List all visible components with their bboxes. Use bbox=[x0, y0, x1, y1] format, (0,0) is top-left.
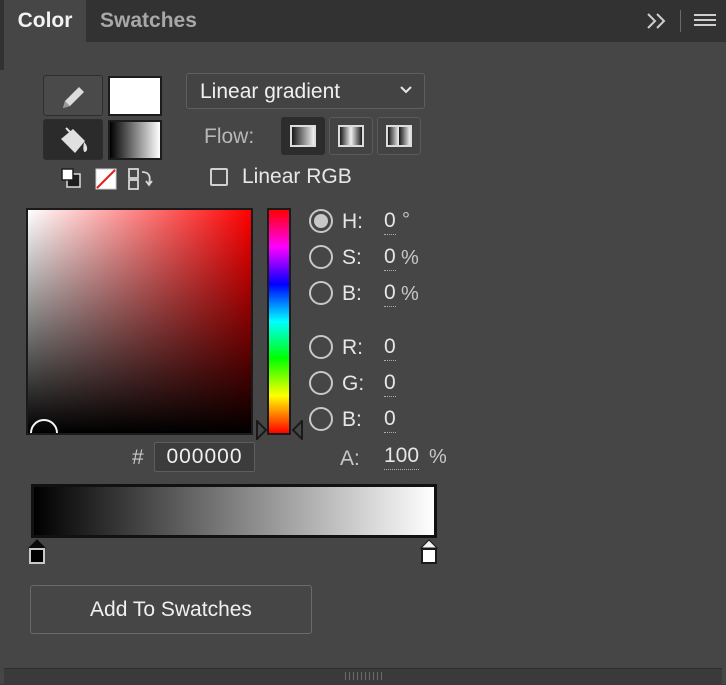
hue-slider[interactable] bbox=[267, 208, 291, 435]
tab-bar-divider bbox=[680, 10, 681, 32]
radio-blue[interactable] bbox=[309, 407, 333, 431]
panel-edge bbox=[0, 42, 4, 70]
hue-slider-handle-right[interactable] bbox=[291, 420, 303, 440]
flow-reflect-icon bbox=[338, 125, 364, 147]
brightness-unit: % bbox=[401, 283, 419, 305]
radio-saturation[interactable] bbox=[309, 245, 333, 269]
stroke-color-tool[interactable] bbox=[43, 75, 103, 116]
fill-color-swatch[interactable] bbox=[108, 120, 162, 160]
brightness-label: B: bbox=[342, 282, 362, 305]
gradient-stop-white[interactable] bbox=[420, 539, 438, 565]
alpha-value[interactable]: 100 bbox=[384, 444, 420, 470]
saturation-unit: % bbox=[401, 247, 419, 269]
add-to-swatches-button[interactable]: Add To Swatches bbox=[30, 585, 312, 634]
hamburger-menu-icon[interactable] bbox=[694, 13, 716, 29]
tab-swatches[interactable]: Swatches bbox=[100, 0, 197, 42]
radio-brightness[interactable] bbox=[309, 281, 333, 305]
flow-reflect-button[interactable] bbox=[329, 117, 373, 155]
hue-label: H: bbox=[342, 210, 363, 233]
gradient-preview-bar[interactable] bbox=[31, 484, 437, 538]
default-colors-icon[interactable] bbox=[60, 167, 84, 191]
chevron-down-icon bbox=[400, 86, 412, 94]
red-label: R: bbox=[342, 336, 363, 359]
flow-repeat-button[interactable] bbox=[377, 117, 421, 155]
radio-green[interactable] bbox=[309, 371, 333, 395]
hue-value[interactable]: 0 bbox=[384, 209, 396, 235]
fill-type-dropdown[interactable]: Linear gradient bbox=[186, 73, 425, 109]
panel-tab-bar: Color Swatches bbox=[0, 0, 726, 42]
color-field-cursor[interactable] bbox=[30, 419, 58, 433]
green-label: G: bbox=[342, 372, 365, 395]
double-chevron-right-icon[interactable] bbox=[646, 12, 668, 30]
pencil-icon bbox=[63, 87, 84, 108]
alpha-unit: % bbox=[429, 446, 447, 468]
fill-color-tool[interactable] bbox=[43, 119, 103, 160]
brightness-value[interactable]: 0 bbox=[384, 281, 396, 307]
color-panel: Color Swatches Linear gradient Flow: Lin… bbox=[0, 0, 726, 685]
alpha-label: A: bbox=[340, 447, 360, 470]
linear-rgb-label: Linear RGB bbox=[242, 165, 352, 188]
fill-type-selected: Linear gradient bbox=[200, 80, 341, 103]
hue-slider-handle-left[interactable] bbox=[256, 420, 268, 440]
flow-label: Flow: bbox=[204, 125, 255, 148]
flow-extend-button[interactable] bbox=[281, 117, 325, 155]
flow-extend-icon bbox=[290, 125, 316, 147]
stroke-color-swatch[interactable] bbox=[108, 76, 162, 116]
saturation-value[interactable]: 0 bbox=[384, 245, 396, 271]
radio-hue[interactable] bbox=[309, 209, 333, 233]
resize-grip[interactable] bbox=[345, 672, 385, 680]
no-color-icon[interactable] bbox=[95, 168, 117, 190]
radio-red[interactable] bbox=[309, 335, 333, 359]
linear-rgb-checkbox[interactable] bbox=[210, 168, 228, 186]
hex-prefix: # bbox=[132, 446, 144, 469]
swap-colors-icon[interactable] bbox=[127, 166, 155, 192]
tab-color[interactable]: Color bbox=[4, 0, 86, 42]
green-value[interactable]: 0 bbox=[384, 371, 396, 397]
blue-label: B: bbox=[342, 408, 362, 431]
hue-unit: ° bbox=[402, 209, 410, 231]
gradient-stop-black[interactable] bbox=[28, 539, 46, 565]
blue-value[interactable]: 0 bbox=[384, 407, 396, 433]
flow-repeat-icon bbox=[386, 125, 412, 147]
hex-input[interactable]: 000000 bbox=[154, 442, 255, 472]
saturation-label: S: bbox=[342, 246, 362, 269]
paint-bucket-icon bbox=[61, 127, 88, 153]
saturation-brightness-field[interactable] bbox=[26, 208, 253, 435]
red-value[interactable]: 0 bbox=[384, 335, 396, 361]
